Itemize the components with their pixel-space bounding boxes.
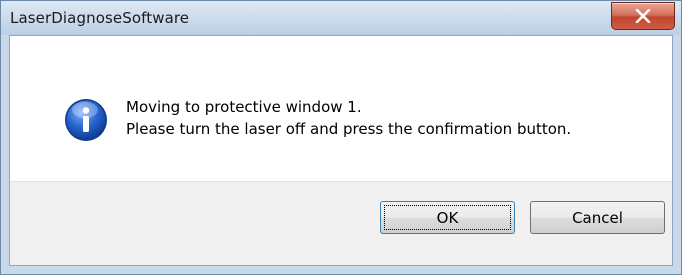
title-bar[interactable]: LaserDiagnoseSoftware [1, 1, 681, 35]
message-line-2: Please turn the laser off and press the … [126, 120, 572, 138]
ok-button[interactable]: OK [380, 201, 515, 234]
button-bar: OK Cancel [10, 181, 672, 265]
message-line-1: Moving to protective window 1. [126, 98, 362, 116]
dialog-message: Moving to protective window 1. Please tu… [126, 96, 571, 140]
cancel-button-label: Cancel [572, 208, 623, 227]
window-title: LaserDiagnoseSoftware [10, 9, 190, 27]
cancel-button[interactable]: Cancel [530, 201, 665, 234]
close-button[interactable] [611, 2, 675, 30]
ok-button-label: OK [436, 208, 459, 227]
dialog-window: LaserDiagnoseSoftware Moving to protecti… [0, 0, 682, 275]
close-x-icon [635, 9, 651, 23]
dialog-body: Moving to protective window 1. Please tu… [9, 35, 673, 266]
info-icon [65, 99, 107, 141]
